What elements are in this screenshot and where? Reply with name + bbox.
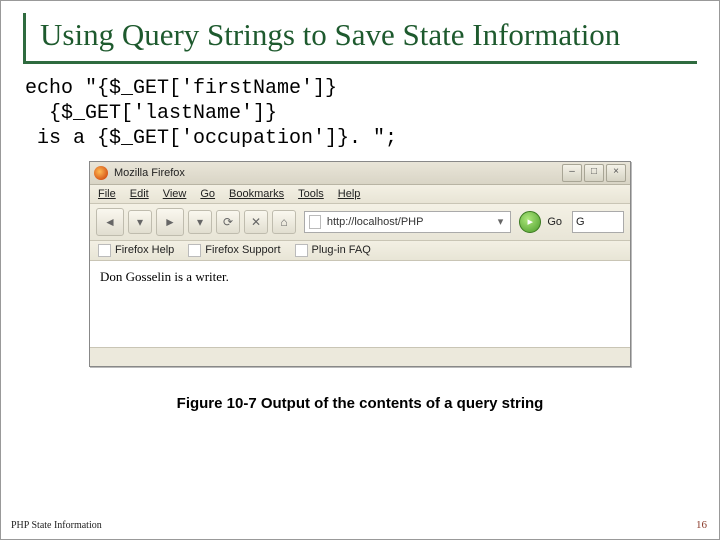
home-button[interactable]: ⌂ (272, 210, 296, 234)
menu-tools[interactable]: Tools (298, 188, 324, 200)
stop-button[interactable]: ✕ (244, 210, 268, 234)
search-engine-icon: G (576, 216, 585, 228)
menu-go[interactable]: Go (200, 188, 215, 200)
slide-number: 16 (696, 519, 707, 531)
menu-help[interactable]: Help (338, 188, 361, 200)
go-button[interactable]: ▸ (519, 211, 541, 233)
search-box[interactable]: G (572, 211, 624, 233)
url-dropdown-icon[interactable]: ▾ (495, 215, 507, 228)
back-dropdown[interactable]: ▾ (128, 210, 152, 234)
footer-left: PHP State Information (11, 520, 102, 531)
menu-file[interactable]: File (98, 188, 116, 200)
forward-button[interactable]: ► (156, 208, 184, 236)
menu-bookmarks[interactable]: Bookmarks (229, 188, 284, 200)
bookmark-firefox-support[interactable]: Firefox Support (188, 244, 280, 257)
go-label: Go (547, 216, 562, 228)
close-button[interactable]: × (606, 164, 626, 182)
slide: Using Query Strings to Save State Inform… (0, 0, 720, 540)
page-icon (295, 244, 308, 257)
page-icon (188, 244, 201, 257)
forward-dropdown[interactable]: ▾ (188, 210, 212, 234)
bookmark-plugin-faq[interactable]: Plug-in FAQ (295, 244, 371, 257)
output-text: Don Gosselin is a writer. (100, 269, 229, 284)
browser-window: Mozilla Firefox – □ × File Edit View Go … (89, 161, 631, 367)
bookmarks-toolbar: Firefox Help Firefox Support Plug-in FAQ (90, 241, 630, 261)
maximize-button[interactable]: □ (584, 164, 604, 182)
menu-edit[interactable]: Edit (130, 188, 149, 200)
minimize-button[interactable]: – (562, 164, 582, 182)
bookmark-firefox-help[interactable]: Firefox Help (98, 244, 174, 257)
back-button[interactable]: ◄ (96, 208, 124, 236)
status-bar (90, 347, 630, 366)
menubar: File Edit View Go Bookmarks Tools Help (90, 185, 630, 204)
page-icon (309, 215, 321, 229)
title-block: Using Query Strings to Save State Inform… (23, 13, 697, 64)
menu-view[interactable]: View (163, 188, 187, 200)
titlebar: Mozilla Firefox – □ × (90, 162, 630, 185)
page-content: Don Gosselin is a writer. (90, 261, 630, 347)
reload-button[interactable]: ⟳ (216, 210, 240, 234)
code-sample: echo "{$_GET['firstName']} {$_GET['lastN… (25, 76, 697, 151)
figure-caption: Figure 10-7 Output of the contents of a … (23, 395, 697, 412)
window-title: Mozilla Firefox (114, 167, 562, 179)
firefox-icon (94, 166, 108, 180)
url-input[interactable] (325, 215, 491, 229)
toolbar: ◄ ▾ ► ▾ ⟳ ✕ ⌂ ▾ ▸ Go G (90, 204, 630, 241)
slide-title: Using Query Strings to Save State Inform… (40, 17, 697, 53)
address-bar[interactable]: ▾ (304, 211, 511, 233)
page-icon (98, 244, 111, 257)
